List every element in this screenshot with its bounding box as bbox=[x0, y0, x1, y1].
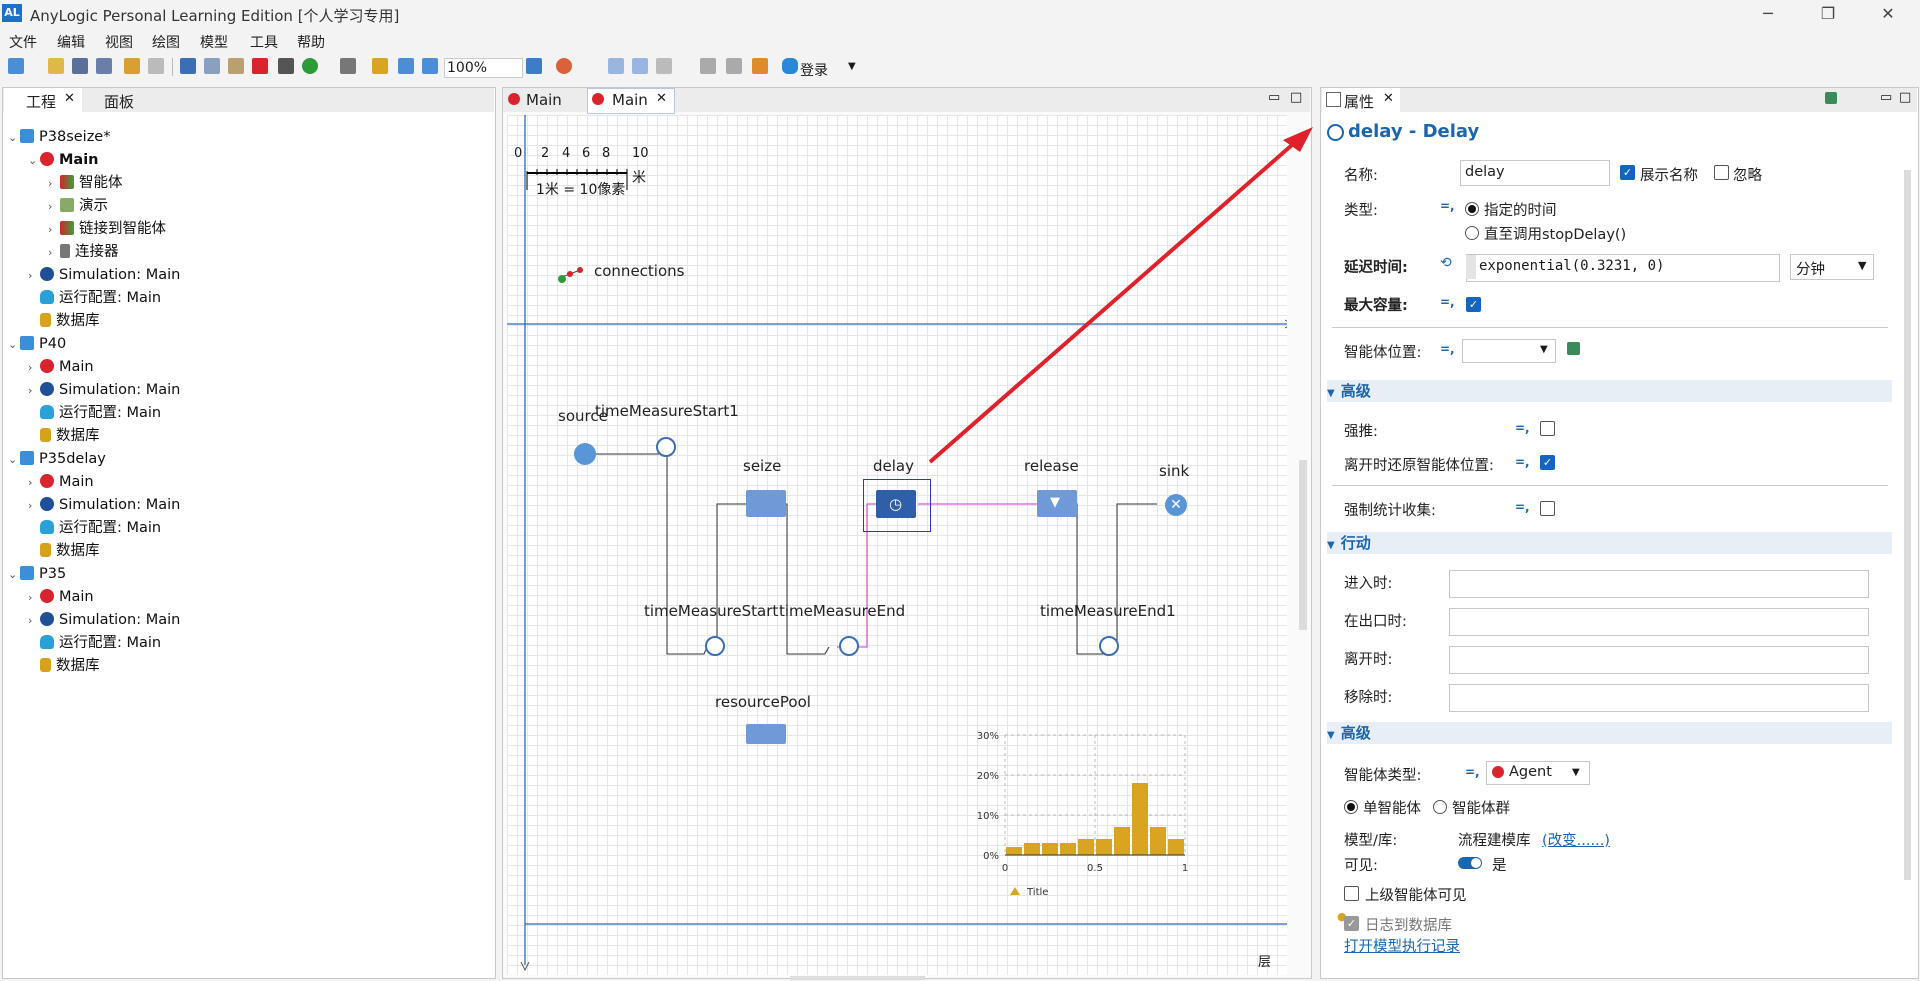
force-stats-label: 强制统计收集: bbox=[1344, 503, 1436, 519]
agent-population-label: 智能体群 bbox=[1452, 801, 1510, 817]
on-remove-input[interactable] bbox=[1449, 684, 1869, 712]
input-gutter bbox=[1466, 255, 1476, 279]
agent-icon bbox=[1492, 766, 1504, 778]
agent-population-radio[interactable] bbox=[1433, 800, 1447, 814]
agent-location-label: 智能体位置: bbox=[1344, 345, 1422, 361]
upper-visible-checkbox[interactable] bbox=[1344, 886, 1359, 901]
upper-visible-label: 上级智能体可见 bbox=[1365, 888, 1467, 904]
section-advanced-2-title: 高级 bbox=[1340, 724, 1371, 742]
max-capacity-label: 最大容量: bbox=[1344, 298, 1408, 314]
delay-time-label: 延迟时间: bbox=[1344, 260, 1408, 276]
static-value-icon[interactable]: =, bbox=[1515, 421, 1530, 435]
static-value-icon[interactable]: =, bbox=[1440, 199, 1455, 213]
section-advanced-2[interactable]: ▼ 高级 bbox=[1327, 722, 1892, 744]
visible-value: 是 bbox=[1492, 858, 1507, 874]
ignore-label: 忽略 bbox=[1733, 168, 1762, 184]
on-exit-label: 离开时: bbox=[1344, 652, 1393, 668]
properties-icon bbox=[1326, 92, 1341, 107]
section-advanced[interactable]: ▼ 高级 bbox=[1327, 380, 1892, 402]
model-library-value: 流程建模库 bbox=[1458, 833, 1531, 849]
name-label: 名称: bbox=[1344, 168, 1378, 184]
section-advanced-title: 高级 bbox=[1340, 382, 1371, 400]
minimize-view-icon[interactable]: ▭ bbox=[1880, 90, 1892, 105]
type-stopdelay-radio[interactable] bbox=[1465, 226, 1479, 240]
model-library-label: 模型/库: bbox=[1344, 833, 1398, 849]
name-input[interactable]: delay bbox=[1465, 164, 1505, 180]
agent-type-value: Agent bbox=[1509, 764, 1552, 780]
select-location-icon[interactable] bbox=[1567, 342, 1580, 355]
force-push-checkbox[interactable] bbox=[1540, 421, 1555, 436]
chevron-down-icon[interactable]: ▼ bbox=[1858, 259, 1866, 272]
on-enter-label: 进入时: bbox=[1344, 576, 1393, 592]
type-specified-label: 指定的时间 bbox=[1484, 203, 1557, 219]
log-to-db-checkbox[interactable]: ✓ bbox=[1344, 916, 1359, 931]
chevron-down-icon[interactable]: ▼ bbox=[1572, 767, 1580, 778]
single-agent-label: 单智能体 bbox=[1363, 801, 1421, 817]
max-capacity-checkbox[interactable]: ✓ bbox=[1466, 297, 1481, 312]
static-value-icon[interactable]: =, bbox=[1440, 295, 1455, 309]
restore-location-label: 离开时还原智能体位置: bbox=[1344, 458, 1494, 474]
type-stopdelay-label: 直至调用stopDelay() bbox=[1484, 227, 1627, 243]
toggle-knob bbox=[1471, 858, 1481, 868]
static-value-icon[interactable]: =, bbox=[1515, 455, 1530, 469]
properties-header: delay - Delay bbox=[1348, 121, 1480, 142]
visible-label: 可见: bbox=[1344, 858, 1378, 874]
static-value-icon[interactable]: =, bbox=[1515, 500, 1530, 514]
delay-unit-value: 分钟 bbox=[1796, 262, 1825, 278]
ignore-checkbox[interactable] bbox=[1714, 165, 1729, 180]
on-remove-label: 移除时: bbox=[1344, 690, 1393, 706]
type-label: 类型: bbox=[1344, 203, 1378, 219]
on-at-exit-label: 在出口时: bbox=[1344, 614, 1407, 630]
show-name-label: 展示名称 bbox=[1640, 168, 1698, 184]
clock-icon bbox=[1327, 124, 1344, 141]
section-actions-title: 行动 bbox=[1340, 534, 1371, 552]
force-stats-checkbox[interactable] bbox=[1540, 501, 1555, 516]
show-name-checkbox[interactable]: ✓ bbox=[1620, 165, 1635, 180]
on-at-exit-input[interactable] bbox=[1449, 608, 1869, 636]
on-exit-input[interactable] bbox=[1449, 646, 1869, 674]
open-log-link[interactable]: 打开模型执行记录 bbox=[1344, 935, 1460, 956]
change-library-link[interactable]: (改变......) bbox=[1542, 829, 1610, 850]
divider bbox=[1332, 327, 1888, 328]
tab-properties-label: 属性 bbox=[1344, 93, 1375, 111]
delay-time-input[interactable]: exponential(0.3231, 0) bbox=[1479, 258, 1664, 274]
agent-type-label: 智能体类型: bbox=[1344, 768, 1422, 784]
on-enter-input[interactable] bbox=[1449, 570, 1869, 598]
divider bbox=[1332, 485, 1888, 486]
single-agent-radio[interactable] bbox=[1344, 800, 1358, 814]
force-push-label: 强推: bbox=[1344, 424, 1378, 440]
export-icon[interactable] bbox=[1825, 92, 1837, 104]
type-specified-radio[interactable] bbox=[1465, 202, 1479, 216]
static-value-icon[interactable]: =, bbox=[1465, 765, 1480, 779]
static-value-icon[interactable]: =, bbox=[1440, 342, 1455, 356]
chevron-down-icon[interactable]: ▼ bbox=[1540, 344, 1548, 355]
close-tab-icon[interactable]: ✕ bbox=[1383, 91, 1394, 106]
restore-location-checkbox[interactable]: ✓ bbox=[1540, 455, 1555, 470]
log-to-db-label: 日志到数据库 bbox=[1365, 918, 1452, 934]
properties-vscroll[interactable] bbox=[1904, 170, 1911, 880]
maximize-view-icon[interactable]: □ bbox=[1899, 90, 1911, 105]
section-actions[interactable]: ▼ 行动 bbox=[1327, 532, 1892, 554]
dynamic-value-icon[interactable]: ⟲ bbox=[1440, 255, 1452, 271]
